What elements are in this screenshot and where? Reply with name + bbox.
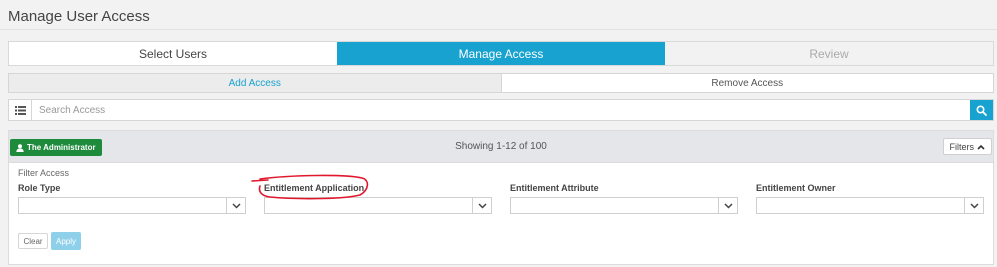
entitlement-application-select[interactable] [264,197,492,214]
clear-button[interactable]: Clear [18,233,48,249]
chevron-down-icon [969,202,979,209]
results-bar: The Administrator Showing 1-12 of 100 Fi… [8,130,994,163]
chevron-down-icon [231,202,241,209]
entitlement-attribute-label: Entitlement Attribute [510,183,599,193]
list-icon [14,105,26,115]
apply-button[interactable]: Apply [51,232,81,250]
entitlement-application-label: Entitlement Application [264,183,365,193]
search-bar [8,99,994,121]
wizard-steps: Select Users Manage Access Review [8,41,994,66]
tab-remove-access[interactable]: Remove Access [501,73,994,93]
entitlement-attribute-select[interactable] [510,197,738,214]
user-icon [16,143,24,152]
filters-label: Filters [949,141,975,152]
tab-add-access[interactable]: Add Access [8,73,502,93]
filters-toggle-button[interactable]: Filters [942,138,992,155]
search-button[interactable] [970,100,993,120]
selected-user-button[interactable]: The Administrator [10,139,102,156]
list-view-button[interactable] [9,100,32,120]
filter-panel-title: Filter Access [18,168,70,178]
chevron-down-icon [723,202,733,209]
access-tabs: Add Access Remove Access [8,73,994,93]
entitlement-owner-select[interactable] [756,197,984,214]
title-divider [0,29,997,30]
page-title: Manage User Access [8,8,150,25]
search-input[interactable] [32,100,970,120]
step-select-users[interactable]: Select Users [9,42,337,65]
step-manage-access[interactable]: Manage Access [337,42,665,65]
step-review[interactable]: Review [665,42,993,65]
results-count: Showing 1-12 of 100 [455,141,547,152]
entitlement-owner-label: Entitlement Owner [756,183,836,193]
role-type-select[interactable] [18,197,246,214]
selected-user-label: The Administrator [27,143,96,152]
chevron-up-icon [977,144,985,150]
chevron-down-icon [477,202,487,209]
role-type-label: Role Type [18,183,61,193]
filter-panel: Filter Access Role Type Entitlement Appl… [8,163,994,265]
search-icon [976,104,987,116]
